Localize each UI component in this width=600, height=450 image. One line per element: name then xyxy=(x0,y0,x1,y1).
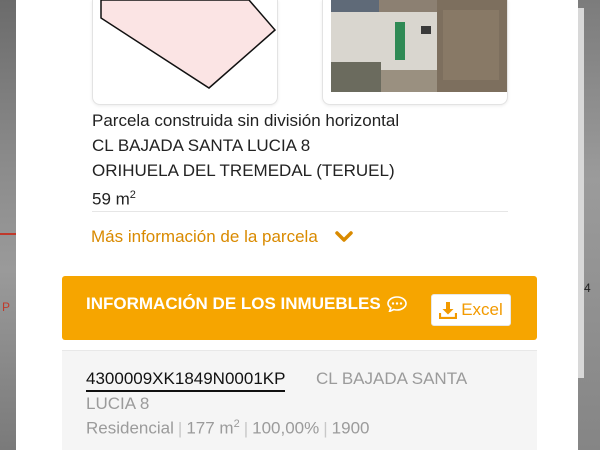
map-label-left: P xyxy=(2,300,11,314)
download-icon xyxy=(439,302,458,319)
parcel-plan-thumbnail[interactable] xyxy=(92,0,278,105)
parcel-plan-drawing xyxy=(100,0,277,89)
parcel-boundary-line xyxy=(0,233,16,235)
property-year: 1900 xyxy=(331,418,370,438)
parcel-municipality: ORIHUELA DEL TREMEDAL (TERUEL) xyxy=(92,161,395,180)
parcel-address: CL BAJADA SANTA LUCIA 8 xyxy=(92,136,311,155)
speech-bubble-icon[interactable] xyxy=(386,296,407,312)
separator: | xyxy=(243,418,249,438)
facade-photo xyxy=(331,0,507,92)
chevron-down-icon xyxy=(335,231,353,242)
property-area-unit-exponent: 2 xyxy=(233,418,240,430)
properties-section-header: INFORMACIÓN DE LOS INMUEBLES Excel xyxy=(62,276,537,340)
parcel-summary: Parcela construida sin división horizont… xyxy=(92,108,512,212)
export-excel-label: Excel xyxy=(461,300,503,319)
more-parcel-info-label: Más información de la parcela xyxy=(91,227,318,246)
more-parcel-info-link[interactable]: Más información de la parcela xyxy=(91,227,354,247)
separator: | xyxy=(177,418,183,438)
separator: | xyxy=(323,418,328,438)
facade-photo-thumbnail[interactable] xyxy=(322,0,508,105)
property-list-item: 4300009XK1849N0001KP CL BAJADA SANTA LUC… xyxy=(62,350,537,450)
map-label-right: 4 xyxy=(584,281,591,295)
parcel-area: 59 m2 xyxy=(92,183,512,212)
property-address-line2: LUCIA 8 xyxy=(86,394,150,413)
properties-section-title: INFORMACIÓN DE LOS INMUEBLES xyxy=(86,294,407,314)
parcel-area-unit-exponent: 2 xyxy=(129,189,136,201)
property-use: Residencial xyxy=(86,418,174,438)
section-divider xyxy=(92,211,508,212)
parcel-info-panel: Parcela construida sin división horizont… xyxy=(16,0,578,450)
parcel-type: Parcela construida sin división horizont… xyxy=(92,111,400,130)
property-area-value: 177 m xyxy=(186,418,234,438)
panel-scrollbar[interactable] xyxy=(578,8,584,378)
properties-section-title-text: INFORMACIÓN DE LOS INMUEBLES xyxy=(86,294,381,313)
map-background-left[interactable]: P xyxy=(0,0,16,450)
property-address-line1: CL BAJADA SANTA xyxy=(316,369,468,388)
parcel-area-value: 59 m xyxy=(92,189,130,209)
property-details: Residencial | 177 m2 | 100,00% | 1900 xyxy=(86,418,369,439)
cadastral-reference-link[interactable]: 4300009XK1849N0001KP xyxy=(86,369,286,392)
property-share: 100,00% xyxy=(252,418,320,438)
export-excel-button[interactable]: Excel xyxy=(431,294,511,326)
